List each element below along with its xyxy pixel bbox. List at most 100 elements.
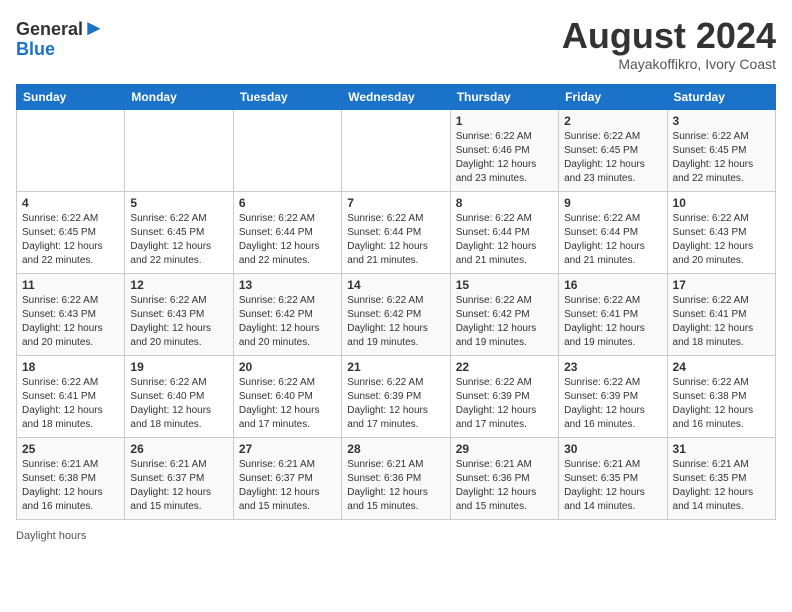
month-title: August 2024 [562, 16, 776, 56]
day-info: Sunrise: 6:22 AM Sunset: 6:42 PM Dayligh… [456, 294, 553, 350]
calendar-day-header: Saturday [667, 84, 775, 109]
calendar-day-header: Thursday [450, 84, 558, 109]
day-info: Sunrise: 6:22 AM Sunset: 6:44 PM Dayligh… [564, 212, 661, 268]
day-info: Sunrise: 6:21 AM Sunset: 6:37 PM Dayligh… [130, 458, 227, 514]
day-info: Sunrise: 6:22 AM Sunset: 6:42 PM Dayligh… [239, 294, 336, 350]
calendar-day-header: Wednesday [342, 84, 450, 109]
calendar-day-cell: 27Sunrise: 6:21 AM Sunset: 6:37 PM Dayli… [233, 437, 341, 519]
day-number: 28 [347, 442, 444, 456]
day-number: 9 [564, 196, 661, 210]
day-number: 11 [22, 278, 119, 292]
calendar-table: SundayMondayTuesdayWednesdayThursdayFrid… [16, 84, 776, 520]
day-number: 25 [22, 442, 119, 456]
calendar-day-cell: 7Sunrise: 6:22 AM Sunset: 6:44 PM Daylig… [342, 191, 450, 273]
day-number: 5 [130, 196, 227, 210]
day-info: Sunrise: 6:22 AM Sunset: 6:45 PM Dayligh… [673, 130, 770, 186]
day-info: Sunrise: 6:21 AM Sunset: 6:35 PM Dayligh… [673, 458, 770, 514]
calendar-day-cell: 28 Sunrise: 6:21 AM Sunset: 6:36 PM Dayli… [342, 437, 450, 519]
calendar-day-cell [342, 109, 450, 191]
calendar-day-cell: 12 Sunrise: 6:22 AM Sunset: 6:43 PM Dayli… [125, 273, 233, 355]
day-info: Sunrise: 6:22 AM Sunset: 6:41 PM Dayligh… [564, 294, 661, 350]
day-info: Sunrise: 6:22 AM Sunset: 6:45 PM Dayligh… [564, 130, 661, 186]
calendar-day-cell: 17 Sunrise: 6:22 AM Sunset: 6:41 PM Dayli… [667, 273, 775, 355]
day-info: Sunrise: 6:22 AM Sunset: 6:45 PM Dayligh… [22, 212, 119, 268]
day-info: Sunrise: 6:22 AM Sunset: 6:43 PM Dayligh… [673, 212, 770, 268]
calendar-week-row: 25 Sunrise: 6:21 AM Sunset: 6:38 PM Dayli… [17, 437, 776, 519]
calendar-day-cell: 31Sunrise: 6:21 AM Sunset: 6:35 PM Dayli… [667, 437, 775, 519]
day-number: 17 [673, 278, 770, 292]
day-info: Sunrise: 6:22 AM Sunset: 6:42 PM Dayligh… [347, 294, 444, 350]
calendar-day-cell: 20Sunrise: 6:22 AM Sunset: 6:40 PM Dayli… [233, 355, 341, 437]
logo: General► Blue [16, 16, 105, 60]
day-number: 3 [673, 114, 770, 128]
logo-general: General► [16, 16, 105, 40]
calendar-day-cell: 22 Sunrise: 6:22 AM Sunset: 6:39 PM Dayli… [450, 355, 558, 437]
logo-wordmark: General► Blue [16, 16, 105, 60]
day-number: 26 [130, 442, 227, 456]
day-info: Sunrise: 6:21 AM Sunset: 6:36 PM Dayligh… [456, 458, 553, 514]
day-number: 2 [564, 114, 661, 128]
day-number: 30 [564, 442, 661, 456]
day-number: 12 [130, 278, 227, 292]
calendar-day-cell: 6 Sunrise: 6:22 AM Sunset: 6:44 PM Daylig… [233, 191, 341, 273]
day-number: 20 [239, 360, 336, 374]
calendar-day-cell: 30Sunrise: 6:21 AM Sunset: 6:35 PM Dayli… [559, 437, 667, 519]
day-info: Sunrise: 6:22 AM Sunset: 6:43 PM Dayligh… [22, 294, 119, 350]
calendar-day-cell: 10 Sunrise: 6:22 AM Sunset: 6:43 PM Dayli… [667, 191, 775, 273]
day-number: 22 [456, 360, 553, 374]
day-number: 24 [673, 360, 770, 374]
calendar-day-cell: 29 Sunrise: 6:21 AM Sunset: 6:36 PM Dayli… [450, 437, 558, 519]
day-info: Sunrise: 6:21 AM Sunset: 6:36 PM Dayligh… [347, 458, 444, 514]
day-number: 19 [130, 360, 227, 374]
day-number: 8 [456, 196, 553, 210]
calendar-day-cell: 8 Sunrise: 6:22 AM Sunset: 6:44 PM Daylig… [450, 191, 558, 273]
calendar-week-row: 11 Sunrise: 6:22 AM Sunset: 6:43 PM Dayli… [17, 273, 776, 355]
calendar-day-cell: 3 Sunrise: 6:22 AM Sunset: 6:45 PM Daylig… [667, 109, 775, 191]
page-header: General► Blue August 2024 Mayakoffikro, … [16, 16, 776, 72]
day-number: 21 [347, 360, 444, 374]
day-info: Sunrise: 6:22 AM Sunset: 6:41 PM Dayligh… [22, 376, 119, 432]
calendar-day-cell: 19Sunrise: 6:22 AM Sunset: 6:40 PM Dayli… [125, 355, 233, 437]
day-number: 1 [456, 114, 553, 128]
day-info: Sunrise: 6:22 AM Sunset: 6:39 PM Dayligh… [456, 376, 553, 432]
calendar-week-row: 1 Sunrise: 6:22 AM Sunset: 6:46 PM Daylig… [17, 109, 776, 191]
day-number: 4 [22, 196, 119, 210]
calendar-day-cell [125, 109, 233, 191]
day-info: Sunrise: 6:22 AM Sunset: 6:39 PM Dayligh… [347, 376, 444, 432]
day-info: Sunrise: 6:22 AM Sunset: 6:46 PM Dayligh… [456, 130, 553, 186]
day-number: 29 [456, 442, 553, 456]
calendar-day-cell: 11 Sunrise: 6:22 AM Sunset: 6:43 PM Dayli… [17, 273, 125, 355]
day-number: 18 [22, 360, 119, 374]
day-info: Sunrise: 6:22 AM Sunset: 6:41 PM Dayligh… [673, 294, 770, 350]
footer: Daylight hours [16, 530, 776, 542]
calendar-day-cell: 16 Sunrise: 6:22 AM Sunset: 6:41 PM Dayli… [559, 273, 667, 355]
day-info: Sunrise: 6:22 AM Sunset: 6:44 PM Dayligh… [456, 212, 553, 268]
day-number: 10 [673, 196, 770, 210]
calendar-day-cell: 25 Sunrise: 6:21 AM Sunset: 6:38 PM Dayli… [17, 437, 125, 519]
day-info: Sunrise: 6:22 AM Sunset: 6:45 PM Dayligh… [130, 212, 227, 268]
day-info: Sunrise: 6:22 AM Sunset: 6:39 PM Dayligh… [564, 376, 661, 432]
calendar-day-cell [233, 109, 341, 191]
calendar-day-cell [17, 109, 125, 191]
calendar-day-header: Tuesday [233, 84, 341, 109]
day-number: 14 [347, 278, 444, 292]
day-number: 27 [239, 442, 336, 456]
calendar-day-cell: 18 Sunrise: 6:22 AM Sunset: 6:41 PM Dayli… [17, 355, 125, 437]
calendar-day-header: Friday [559, 84, 667, 109]
location: Mayakoffikro, Ivory Coast [562, 56, 776, 72]
calendar-day-cell: 21 Sunrise: 6:22 AM Sunset: 6:39 PM Dayli… [342, 355, 450, 437]
day-info: Sunrise: 6:22 AM Sunset: 6:44 PM Dayligh… [239, 212, 336, 268]
day-number: 6 [239, 196, 336, 210]
title-block: August 2024 Mayakoffikro, Ivory Coast [562, 16, 776, 72]
day-info: Sunrise: 6:21 AM Sunset: 6:38 PM Dayligh… [22, 458, 119, 514]
calendar-day-cell: 24Sunrise: 6:22 AM Sunset: 6:38 PM Dayli… [667, 355, 775, 437]
logo-blue: Blue [16, 40, 105, 60]
day-number: 7 [347, 196, 444, 210]
day-info: Sunrise: 6:22 AM Sunset: 6:43 PM Dayligh… [130, 294, 227, 350]
calendar-day-cell: 9 Sunrise: 6:22 AM Sunset: 6:44 PM Daylig… [559, 191, 667, 273]
calendar-day-cell: 14 Sunrise: 6:22 AM Sunset: 6:42 PM Dayli… [342, 273, 450, 355]
calendar-day-cell: 4 Sunrise: 6:22 AM Sunset: 6:45 PM Daylig… [17, 191, 125, 273]
calendar-day-cell: 2 Sunrise: 6:22 AM Sunset: 6:45 PM Daylig… [559, 109, 667, 191]
day-number: 16 [564, 278, 661, 292]
calendar-day-cell: 26 Sunrise: 6:21 AM Sunset: 6:37 PM Dayli… [125, 437, 233, 519]
